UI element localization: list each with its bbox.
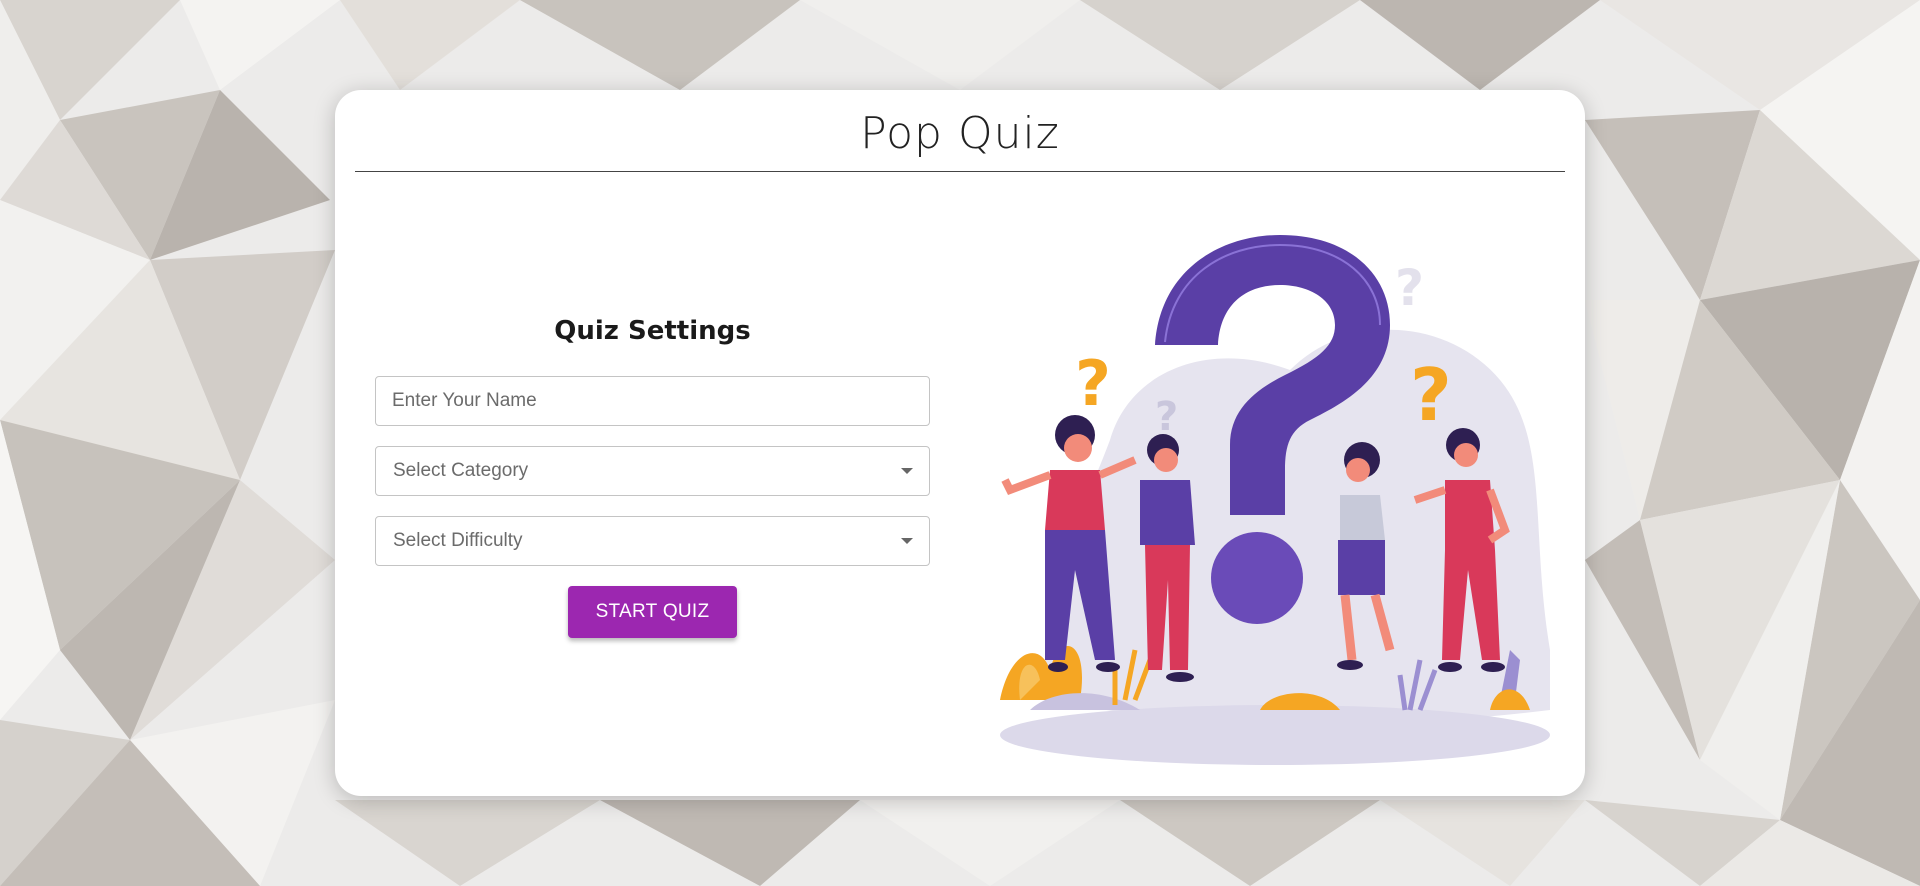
svg-text:?: ? [1155,394,1178,440]
svg-text:?: ? [1075,347,1111,420]
title-divider [355,171,1565,172]
caret-down-icon [901,538,913,544]
people-question-illustration: ? ? ? ? [1000,235,1550,765]
svg-text:?: ? [1410,353,1452,437]
start-quiz-button[interactable]: START QUIZ [568,586,737,638]
quiz-card: Pop Quiz Quiz Settings Select Category S… [335,90,1585,796]
name-input[interactable] [376,377,929,425]
name-field [375,376,930,426]
category-select[interactable]: Select Category [375,446,930,496]
settings-heading: Quiz Settings [554,316,751,346]
difficulty-select-label: Select Difficulty [393,530,523,551]
page-title: Pop Quiz [860,108,1060,159]
category-select-label: Select Category [393,460,529,481]
svg-text:?: ? [1395,259,1424,317]
difficulty-select[interactable]: Select Difficulty [375,516,930,566]
caret-down-icon [901,468,913,474]
